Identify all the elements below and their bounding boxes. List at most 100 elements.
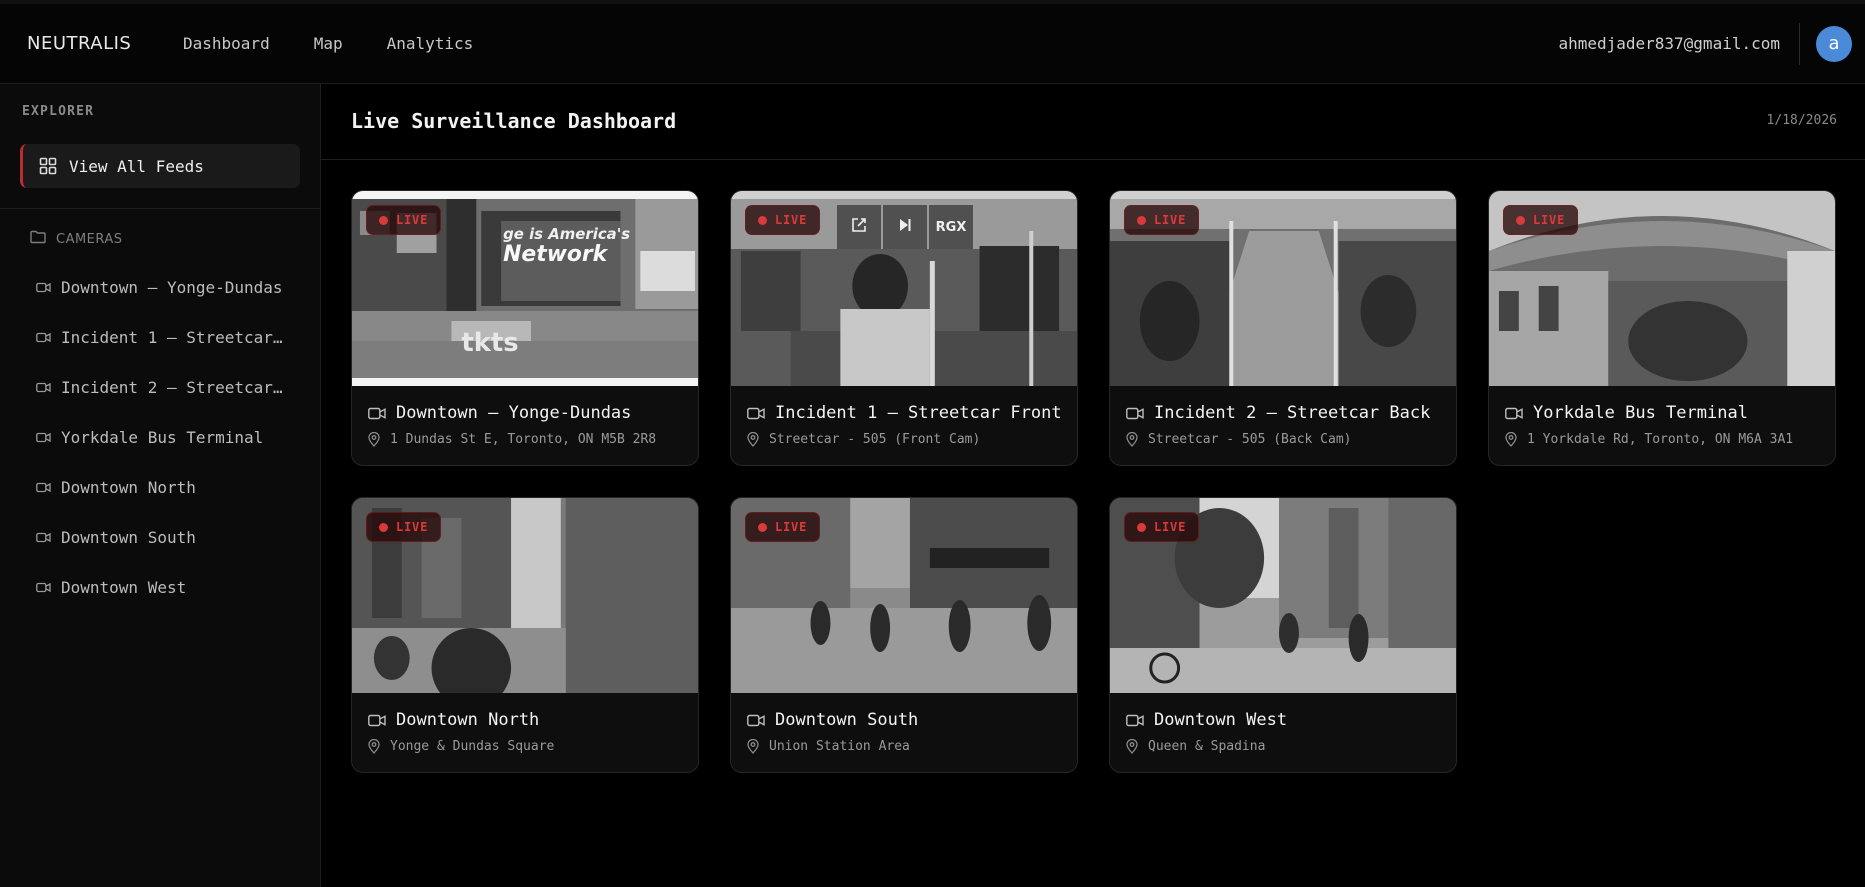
camera-feed-thumbnail[interactable]: LIVE RGX: [731, 191, 1077, 386]
live-dot: [758, 215, 767, 225]
video-camera-icon: [36, 382, 51, 393]
camera-card[interactable]: ge is America's Network tkts LIVE Downto…: [351, 190, 699, 466]
card-title-text: Downtown South: [775, 710, 919, 730]
sidebar: EXPLORER View All Feeds CAMERAS Downtown…: [0, 84, 321, 887]
skip-forward-icon: [897, 217, 913, 237]
card-info: Incident 2 — Streetcar Back Streetcar - …: [1110, 386, 1456, 447]
card-info: Downtown — Yonge-Dundas 1 Dundas St E, T…: [352, 386, 698, 447]
card-info: Incident 1 — Streetcar Front Streetcar -…: [731, 386, 1077, 447]
card-location-text: 1 Dundas St E, Toronto, ON M5B 2R8: [390, 432, 657, 447]
nav-map[interactable]: Map: [314, 34, 343, 53]
sidebar-item-camera[interactable]: Incident 2 — Streetcar Back: [36, 362, 306, 412]
sidebar-item-camera[interactable]: Incident 1 — Streetcar Front: [36, 312, 306, 362]
sidebar-item-camera[interactable]: Downtown North: [36, 462, 306, 512]
card-title: Downtown North: [368, 710, 682, 730]
sidebar-item-label: Downtown — Yonge-Dundas: [61, 277, 283, 297]
live-dot: [758, 522, 767, 532]
live-label: LIVE: [1154, 520, 1187, 534]
camera-card[interactable]: LIVE Yorkdale Bus Terminal 1 Yorkdale Rd…: [1488, 190, 1836, 466]
card-title: Incident 1 — Streetcar Front: [747, 403, 1062, 423]
sidebar-item-label: Downtown West: [61, 577, 187, 597]
camera-card[interactable]: LIVE RGX Incident 1 — Streetcar Front St…: [730, 190, 1078, 466]
card-location: Streetcar - 505 (Back Cam): [1126, 432, 1440, 447]
view-all-feeds-label: View All Feeds: [69, 156, 204, 176]
top-navbar: NEUTRALIS Dashboard Map Analytics ahmedj…: [0, 0, 1865, 84]
billboard-text: ge is America's: [503, 225, 630, 243]
card-location: Yonge & Dundas Square: [368, 739, 682, 754]
camera-feed-thumbnail[interactable]: LIVE: [1110, 498, 1456, 693]
card-info: Downtown South Union Station Area: [731, 693, 1077, 754]
view-all-feeds-button[interactable]: View All Feeds: [20, 144, 300, 188]
sign-text: tkts: [461, 328, 518, 358]
video-camera-icon: [36, 532, 51, 543]
camera-feed-thumbnail[interactable]: ge is America's Network tkts LIVE: [352, 191, 698, 386]
video-camera-icon: [368, 407, 386, 420]
skip-forward-button[interactable]: [883, 205, 927, 249]
video-camera-icon: [36, 582, 51, 593]
card-location-text: Queen & Spadina: [1148, 739, 1266, 754]
map-pin-icon: [1505, 432, 1517, 447]
live-label: LIVE: [1533, 213, 1566, 227]
card-info: Downtown North Yonge & Dundas Square: [352, 693, 698, 754]
sidebar-item-camera[interactable]: Downtown — Yonge-Dundas: [36, 262, 306, 312]
rgx-button[interactable]: RGX: [929, 205, 973, 249]
feed-overlay-controls: RGX: [837, 205, 973, 249]
live-dot: [1516, 215, 1525, 225]
user-email: ahmedjader837@gmail.com: [1558, 34, 1780, 53]
camera-feed-thumbnail[interactable]: LIVE: [731, 498, 1077, 693]
card-title-text: Yorkdale Bus Terminal: [1533, 403, 1748, 423]
app-root: NEUTRALIS Dashboard Map Analytics ahmedj…: [0, 0, 1865, 887]
cameras-section-header[interactable]: CAMERAS: [30, 230, 123, 248]
map-pin-icon: [1126, 739, 1138, 754]
camera-feed-thumbnail[interactable]: LIVE: [1489, 191, 1835, 386]
header-divider: [321, 159, 1865, 160]
live-badge: LIVE: [1503, 205, 1579, 235]
card-location: Streetcar - 505 (Front Cam): [747, 432, 1061, 447]
cameras-label: CAMERAS: [56, 231, 123, 247]
user-avatar[interactable]: a: [1816, 25, 1852, 62]
camera-card[interactable]: LIVE Incident 2 — Streetcar Back Streetc…: [1109, 190, 1457, 466]
card-location-text: 1 Yorkdale Rd, Toronto, ON M6A 3A1: [1527, 432, 1794, 447]
card-info: Downtown West Queen & Spadina: [1110, 693, 1456, 754]
card-location-text: Yonge & Dundas Square: [390, 739, 555, 754]
camera-feed-thumbnail[interactable]: LIVE: [352, 498, 698, 693]
video-camera-icon: [747, 407, 765, 420]
video-camera-icon: [368, 714, 386, 727]
nav-analytics[interactable]: Analytics: [387, 34, 474, 53]
map-pin-icon: [368, 739, 380, 754]
live-label: LIVE: [396, 213, 429, 227]
sidebar-item-camera[interactable]: Downtown West: [36, 562, 306, 612]
billboard-text: Network: [503, 242, 609, 267]
brand-logo[interactable]: NEUTRALIS: [27, 33, 183, 54]
card-title-text: Downtown North: [396, 710, 540, 730]
card-location-text: Streetcar - 505 (Back Cam): [1148, 432, 1352, 447]
card-location-text: Union Station Area: [769, 739, 910, 754]
sidebar-item-label: Downtown South: [61, 527, 196, 547]
card-location: Queen & Spadina: [1126, 739, 1440, 754]
card-title-text: Downtown West: [1154, 710, 1288, 730]
header-divider: [1799, 22, 1800, 65]
sidebar-item-camera[interactable]: Yorkdale Bus Terminal: [36, 412, 306, 462]
camera-card[interactable]: LIVE Downtown South Union Station Area: [730, 497, 1078, 773]
sidebar-item-label: Incident 1 — Streetcar Front: [61, 327, 286, 347]
live-badge: LIVE: [745, 205, 821, 235]
video-camera-icon: [747, 714, 765, 727]
explorer-label: EXPLORER: [22, 104, 95, 119]
live-label: LIVE: [1154, 213, 1187, 227]
map-pin-icon: [368, 432, 380, 447]
map-pin-icon: [1126, 432, 1138, 447]
live-dot: [1137, 522, 1146, 532]
camera-card[interactable]: LIVE Downtown West Queen & Spadina: [1109, 497, 1457, 773]
video-camera-icon: [36, 332, 51, 343]
sidebar-item-camera[interactable]: Downtown South: [36, 512, 306, 562]
camera-card[interactable]: LIVE Downtown North Yonge & Dundas Squar…: [351, 497, 699, 773]
card-title: Incident 2 — Streetcar Back: [1126, 403, 1440, 423]
camera-feed-thumbnail[interactable]: LIVE: [1110, 191, 1456, 386]
video-camera-icon: [1505, 407, 1523, 420]
live-label: LIVE: [775, 213, 808, 227]
camera-list: Downtown — Yonge-Dundas Incident 1 — Str…: [36, 262, 306, 612]
nav-dashboard[interactable]: Dashboard: [183, 34, 270, 53]
card-location: 1 Dundas St E, Toronto, ON M5B 2R8: [368, 432, 682, 447]
live-dot: [379, 215, 388, 225]
open-external-button[interactable]: [837, 205, 881, 249]
